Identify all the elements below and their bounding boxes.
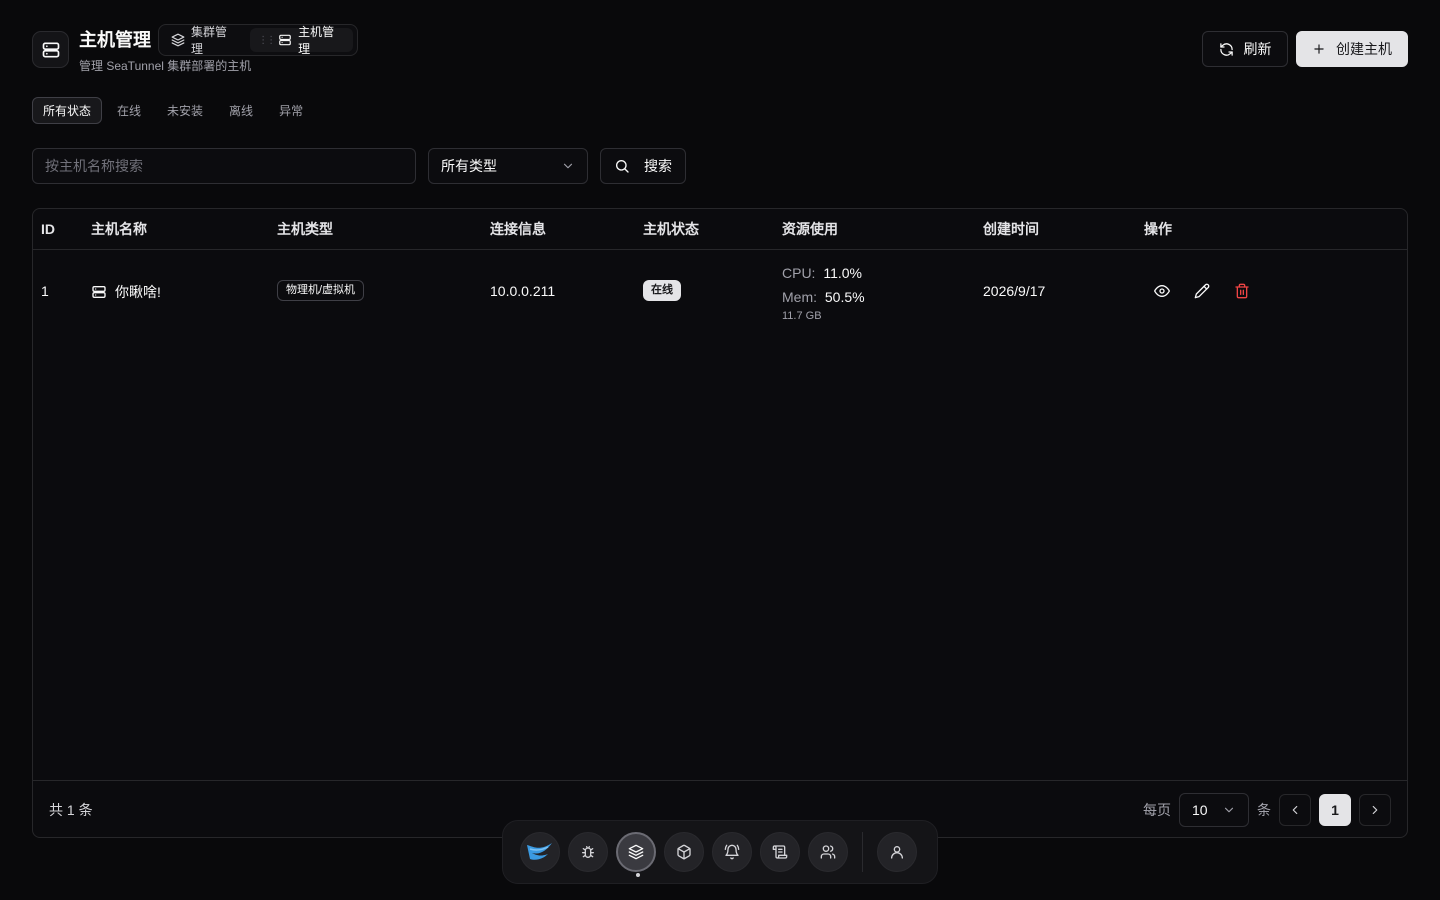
view-button[interactable] xyxy=(1150,279,1174,303)
column-host-name: 主机名称 xyxy=(91,221,147,237)
next-page-button[interactable] xyxy=(1359,794,1391,826)
seatunnel-logo-icon xyxy=(526,841,554,863)
tab-all-status[interactable]: 所有状态 xyxy=(32,97,103,124)
search-label: 搜索 xyxy=(644,158,672,174)
status-tabs: 所有状态 在线 未安装 离线 异常 xyxy=(32,97,314,124)
mem-label: Mem: xyxy=(782,289,817,305)
cpu-value: 11.0% xyxy=(823,265,863,281)
status-badge: 在线 xyxy=(643,280,681,301)
column-host-type: 主机类型 xyxy=(277,221,333,237)
chevron-down-icon xyxy=(1222,803,1236,817)
host-id: 1 xyxy=(41,283,49,299)
plus-icon xyxy=(1312,42,1326,56)
hosts-table: ID 主机名称 主机类型 连接信息 主机状态 资源使用 创建时间 操作 1 你瞅… xyxy=(32,208,1408,838)
nav-cluster-management[interactable]: 集群管理 xyxy=(163,25,246,56)
row-actions xyxy=(1150,279,1254,303)
tab-abnormal[interactable]: 异常 xyxy=(268,97,314,124)
dock-diagnostics-button[interactable] xyxy=(568,832,608,872)
host-name-cell: 你瞅啥! xyxy=(91,282,161,302)
refresh-icon xyxy=(1219,42,1234,57)
drag-handle-icon[interactable]: ⋮⋮ xyxy=(258,35,276,46)
prev-page-button[interactable] xyxy=(1279,794,1311,826)
bug-icon xyxy=(580,844,596,860)
dock-divider xyxy=(862,832,863,872)
chevron-left-icon xyxy=(1288,803,1302,817)
page-button-current[interactable]: 1 xyxy=(1319,794,1351,826)
package-icon xyxy=(676,844,692,860)
host-search-input[interactable] xyxy=(45,158,403,174)
search-button[interactable]: 搜索 xyxy=(600,148,686,184)
dock-packages-button[interactable] xyxy=(664,832,704,872)
user-icon xyxy=(889,844,905,860)
column-actions: 操作 xyxy=(1144,221,1172,237)
app-dock xyxy=(502,820,938,884)
host-search-field xyxy=(32,148,416,184)
host-type-badge: 物理机/虚拟机 xyxy=(277,280,365,301)
dock-clusters-button[interactable] xyxy=(616,832,656,877)
scroll-icon xyxy=(772,844,788,860)
page-logo-icon xyxy=(32,31,69,68)
column-connection: 连接信息 xyxy=(490,221,546,237)
mem-total: 11.7 GB xyxy=(782,310,822,322)
page-subtitle: 管理 SeaTunnel 集群部署的主机 xyxy=(79,59,252,73)
dock-audit-logs-button[interactable] xyxy=(760,832,800,872)
search-icon xyxy=(614,158,630,174)
resource-usage-cell: CPU: 11.0% Mem: 50.5% 11.7 GB xyxy=(782,261,865,323)
alarm-icon xyxy=(724,844,740,860)
nav-host-management[interactable]: ⋮⋮ 主机管理 xyxy=(250,25,353,56)
total-count: 共 1 条 xyxy=(49,802,93,818)
tab-online[interactable]: 在线 xyxy=(106,97,152,124)
per-page-label: 每页 xyxy=(1143,802,1171,818)
table-row: 1 你瞅啥! 物理机/虚拟机 10.0.0.211 在线 CPU: 11.0% … xyxy=(33,250,1407,332)
refresh-label: 刷新 xyxy=(1243,41,1272,57)
edit-button[interactable] xyxy=(1190,279,1214,303)
host-connection: 10.0.0.211 xyxy=(490,283,556,299)
host-type-value: 所有类型 xyxy=(441,158,497,174)
layers-icon xyxy=(171,33,185,47)
page-size-value: 10 xyxy=(1192,802,1208,818)
pencil-icon xyxy=(1194,283,1210,299)
table-header: ID 主机名称 主机类型 连接信息 主机状态 资源使用 创建时间 操作 xyxy=(33,209,1407,250)
server-icon xyxy=(278,33,292,47)
layers-icon xyxy=(628,844,644,860)
trash-icon xyxy=(1234,283,1250,299)
server-icon xyxy=(91,284,107,300)
chevron-down-icon xyxy=(561,159,575,173)
cpu-label: CPU: xyxy=(782,265,816,281)
dock-users-button[interactable] xyxy=(808,832,848,872)
pagination: 每页 10 条 1 xyxy=(1143,793,1391,827)
dock-alerts-button[interactable] xyxy=(712,832,752,872)
page-size-select[interactable]: 10 xyxy=(1179,793,1249,827)
column-id: ID xyxy=(41,221,55,237)
nav-cluster-label: 集群管理 xyxy=(191,25,228,56)
nav-host-label: 主机管理 xyxy=(298,25,335,56)
column-status: 主机状态 xyxy=(643,221,699,237)
eye-icon xyxy=(1154,283,1170,299)
dock-profile-button[interactable] xyxy=(877,832,917,872)
chevron-right-icon xyxy=(1368,803,1382,817)
create-host-label: 创建主机 xyxy=(1336,41,1392,57)
per-page-unit: 条 xyxy=(1257,802,1271,818)
column-created-at: 创建时间 xyxy=(983,221,1039,237)
host-type-select[interactable]: 所有类型 xyxy=(428,148,588,184)
tab-not-installed[interactable]: 未安装 xyxy=(156,97,214,124)
users-icon xyxy=(820,844,836,860)
create-host-button[interactable]: 创建主机 xyxy=(1296,31,1408,67)
active-indicator xyxy=(636,873,640,877)
cpu-usage: CPU: 11.0% xyxy=(782,261,865,285)
delete-button[interactable] xyxy=(1230,279,1254,303)
host-name: 你瞅啥! xyxy=(115,284,161,300)
column-resource-usage: 资源使用 xyxy=(782,221,838,237)
dock-home-button[interactable] xyxy=(520,832,560,872)
mem-usage: Mem: 50.5% xyxy=(782,285,865,309)
created-at: 2026/9/17 xyxy=(983,283,1046,299)
mem-value: 50.5% xyxy=(824,289,865,305)
refresh-button[interactable]: 刷新 xyxy=(1202,31,1288,67)
module-nav: 集群管理 ⋮⋮ 主机管理 xyxy=(158,24,358,56)
tab-offline[interactable]: 离线 xyxy=(218,97,264,124)
page-title: 主机管理 xyxy=(79,30,151,50)
